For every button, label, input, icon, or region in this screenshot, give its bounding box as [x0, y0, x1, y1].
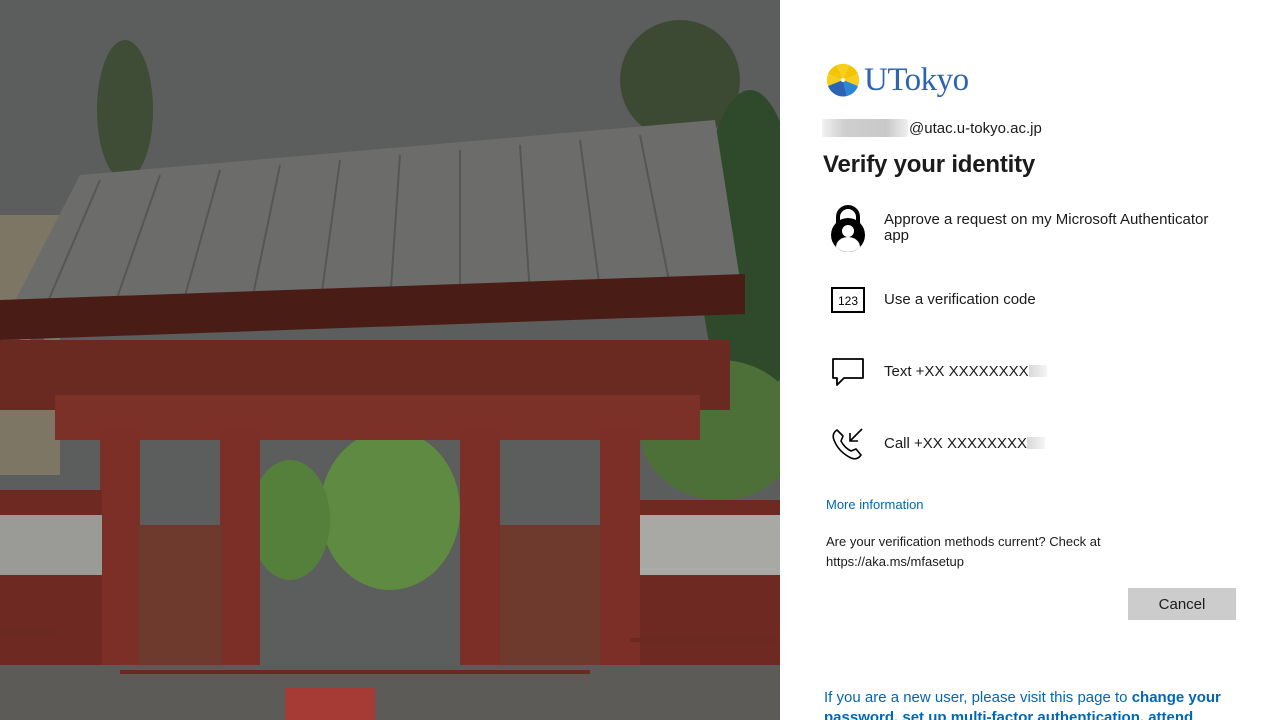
- sign-in-panel: UTokyo @utac.u-tokyo.ac.jp Verify your i…: [780, 0, 1280, 720]
- option-phone-call[interactable]: Call +XX XXXXXXXX: [824, 420, 1224, 468]
- option-label: Text +XX XXXXXXXX: [884, 364, 1047, 380]
- page-title: Verify your identity: [823, 151, 1036, 178]
- more-information-link[interactable]: More information: [826, 497, 924, 512]
- email-domain: @utac.u-tokyo.ac.jp: [909, 119, 1042, 137]
- utokyo-logo: UTokyo: [826, 62, 969, 98]
- call-phone-number: Call +XX XXXXXXXX: [884, 435, 1027, 452]
- background-photo: [0, 0, 780, 720]
- option-label: Call +XX XXXXXXXX: [884, 436, 1045, 452]
- redacted-digits: [1028, 365, 1047, 377]
- ginkgo-leaf-icon: [826, 63, 860, 97]
- cancel-button[interactable]: Cancel: [1128, 588, 1236, 620]
- redacted-digits: [1026, 437, 1045, 449]
- footer-prefix: If you are a new user, please visit this…: [824, 689, 1132, 706]
- option-verification-code[interactable]: 123 Use a verification code: [824, 276, 1224, 324]
- redacted-username: [822, 119, 908, 137]
- verification-code-icon: 123: [824, 276, 872, 324]
- brand-name: UTokyo: [864, 62, 969, 98]
- text-phone-number: Text +XX XXXXXXXX: [884, 363, 1029, 380]
- text-message-icon: [824, 348, 872, 396]
- phone-call-icon: [824, 420, 872, 468]
- option-authenticator-approve[interactable]: Approve a request on my Microsoft Authen…: [824, 204, 1224, 252]
- account-identity: @utac.u-tokyo.ac.jp: [822, 118, 1042, 138]
- option-label: Use a verification code: [884, 291, 1036, 308]
- option-text-message[interactable]: Text +XX XXXXXXXX: [824, 348, 1224, 396]
- option-label: Approve a request on my Microsoft Authen…: [884, 211, 1209, 244]
- code-icon-text: 123: [838, 294, 858, 308]
- authenticator-lock-icon: [824, 204, 872, 252]
- new-user-notice: If you are a new user, please visit this…: [824, 688, 1234, 720]
- mfa-check-notice: Are your verification methods current? C…: [826, 534, 1101, 569]
